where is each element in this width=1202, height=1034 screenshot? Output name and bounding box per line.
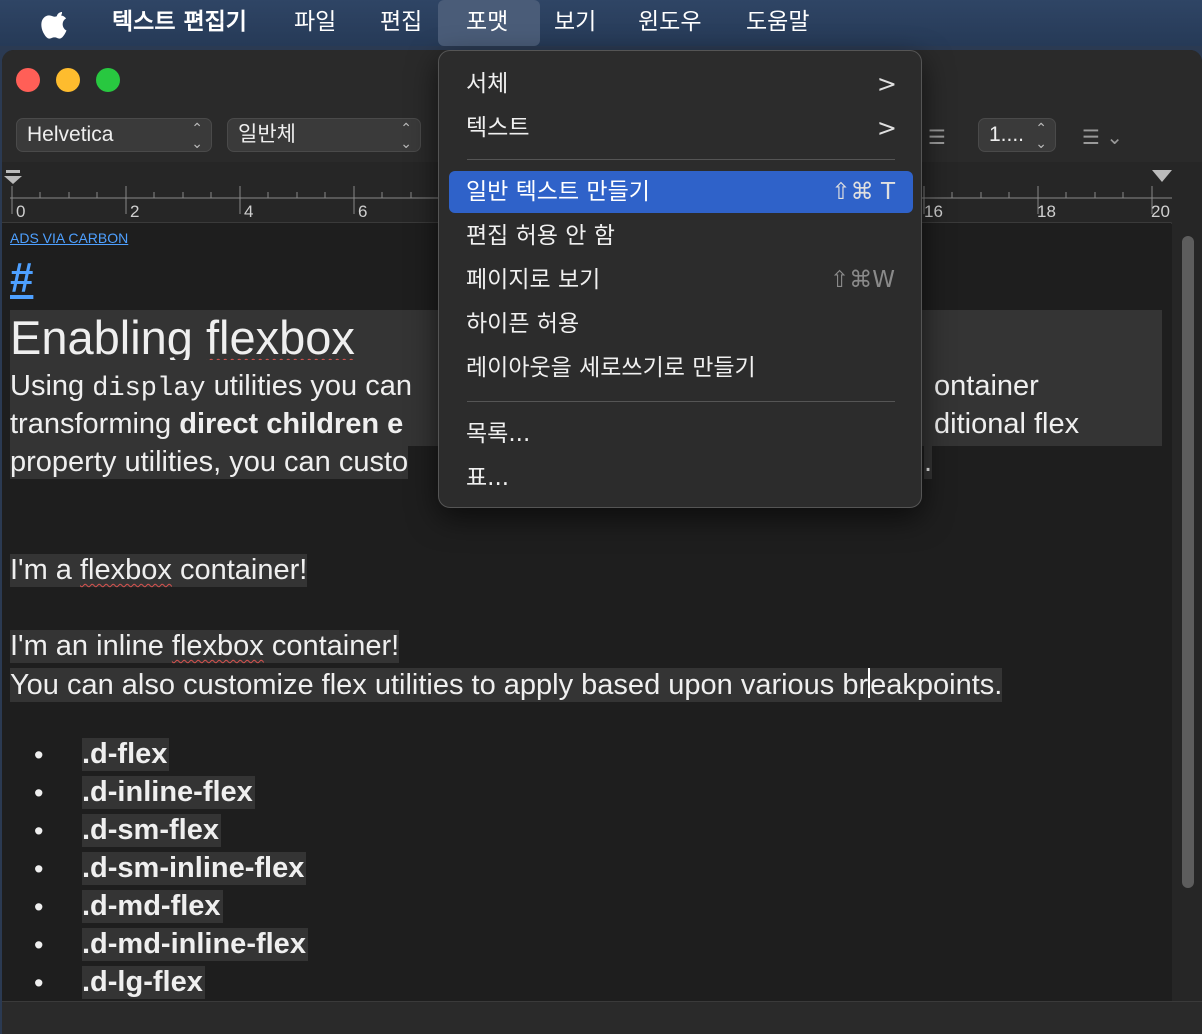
menu-item-text[interactable]: 텍스트 >	[449, 107, 913, 149]
line-text-misspelled: flexbox	[171, 630, 264, 662]
menu-item-list[interactable]: 목록...	[449, 413, 913, 455]
inline-code: display	[92, 374, 206, 404]
menu-item-vertical-layout[interactable]: 레이아웃을 세로쓰기로 만들기	[449, 347, 913, 389]
bullet-icon: •	[34, 968, 44, 998]
font-family-select[interactable]: Helvetica ⌃ ⌄	[16, 118, 212, 152]
line-text: You can also customize flex utilities to…	[10, 669, 869, 701]
menubar-format[interactable]: 포맷	[438, 0, 540, 46]
ads-link[interactable]: ADS VIA CARBON	[10, 230, 128, 246]
ruler-label: 4	[244, 202, 254, 221]
menu-item-label: 일반 텍스트 만들기	[466, 179, 650, 205]
menu-item-label: 목록...	[466, 421, 531, 447]
chevron-right-icon: >	[876, 70, 897, 98]
list-item-text: .d-sm-inline-flex	[82, 852, 307, 885]
paragraph-text: utilities you can	[205, 370, 412, 402]
flex-container-line: I'm a flexbox container!	[10, 554, 308, 587]
line-text: container!	[171, 554, 308, 586]
scroll-track[interactable]	[1171, 222, 1202, 1002]
menu-item-table[interactable]: 표...	[449, 457, 913, 499]
updown-chevron-icon: ⌃ ⌄	[400, 120, 412, 151]
apple-logo-icon[interactable]	[40, 8, 72, 40]
list-item-text: .d-md-inline-flex	[82, 928, 308, 961]
menu-item-label: 페이지로 보기	[466, 267, 601, 293]
ruler-label: 20	[1151, 202, 1170, 221]
list-item-text: .d-inline-flex	[82, 776, 255, 809]
menubar-window[interactable]: 윈도우	[624, 0, 715, 46]
menu-separator	[467, 401, 895, 402]
menu-item-shortcut: ⇧⌘W	[829, 267, 895, 293]
line-spacing-select[interactable]: 1.... ⌃ ⌄	[978, 118, 1056, 152]
heading-text-misspelled: flexbox	[206, 311, 355, 364]
line-spacing-value: 1....	[989, 123, 1025, 146]
paragraph-line: Using display utilities you can	[10, 370, 412, 404]
updown-chevron-icon: ⌃ ⌄	[191, 120, 203, 151]
menubar-help[interactable]: 도움말	[732, 0, 823, 46]
line-text: I'm a	[10, 554, 80, 586]
list-item-text: .d-lg-flex	[82, 966, 205, 999]
ruler-label: 6	[358, 202, 368, 221]
menu-item-wrap-to-page[interactable]: 페이지로 보기 ⇧⌘W	[449, 259, 913, 301]
breakpoints-line: You can also customize flex utilities to…	[10, 668, 1003, 702]
heading-text: Enabling	[10, 311, 206, 364]
justify-align-icon[interactable]: ☰	[928, 125, 946, 149]
bullet-icon: •	[34, 740, 44, 770]
zoom-button[interactable]	[96, 68, 120, 92]
line-text-misspelled: flexbox	[80, 554, 172, 586]
menubar-file[interactable]: 파일	[280, 0, 350, 46]
bullet-icon: •	[34, 778, 44, 808]
menu-separator	[467, 159, 895, 160]
menubar-app-name[interactable]: 텍스트 편집기	[98, 0, 261, 46]
menu-item-font[interactable]: 서체 >	[449, 63, 913, 105]
bottom-bar	[2, 1001, 1202, 1034]
paragraph-bold-text: direct children e	[179, 408, 404, 440]
bullet-icon: •	[34, 930, 44, 960]
bullet-icon: •	[34, 854, 44, 884]
paragraph-line-end: .	[924, 446, 933, 479]
menu-bar: 텍스트 편집기 파일 편집 포맷 보기 윈도우 도움말	[0, 0, 1202, 46]
menubar-view[interactable]: 보기	[540, 0, 610, 46]
ruler-label: 2	[130, 202, 140, 221]
close-button[interactable]	[16, 68, 40, 92]
paragraph-text: transforming	[10, 408, 180, 440]
format-menu: 서체 > 텍스트 > 일반 텍스트 만들기 ⇧⌘ T 편집 허용 안 함 페이지…	[438, 50, 922, 508]
paragraph-line: transforming direct children e	[10, 408, 403, 441]
menubar-edit[interactable]: 편집	[366, 0, 436, 46]
paragraph-line: property utilities, you can custo	[10, 446, 409, 479]
line-text: I'm an inline	[10, 630, 172, 662]
menu-item-label: 레이아웃을 세로쓰기로 만들기	[466, 355, 756, 381]
minimize-button[interactable]	[56, 68, 80, 92]
menu-item-label: 서체	[466, 71, 509, 97]
inline-flex-container-line: I'm an inline flexbox container!	[10, 630, 400, 663]
menu-item-label: 편집 허용 안 함	[466, 223, 615, 249]
list-bullets-icon[interactable]: ☰ ⌄	[1082, 125, 1123, 149]
menu-item-allow-hyphenation[interactable]: 하이픈 허용	[449, 303, 913, 345]
line-text: container!	[263, 630, 400, 662]
anchor-link[interactable]: #	[10, 254, 33, 302]
bullet-icon: •	[34, 816, 44, 846]
menu-item-label: 텍스트	[466, 115, 530, 141]
paragraph-line-end: ontainer	[934, 370, 1039, 402]
font-style-select[interactable]: 일반체 ⌃ ⌄	[227, 118, 421, 152]
menu-item-shortcut: ⇧⌘ T	[831, 179, 895, 205]
menu-item-prevent-editing[interactable]: 편집 허용 안 함	[449, 215, 913, 257]
line-text: eakpoints.	[870, 669, 1003, 701]
vertical-scrollbar-thumb[interactable]	[1182, 236, 1194, 888]
paragraph-text: Using	[10, 370, 93, 402]
list-item-text: .d-flex	[82, 738, 170, 771]
menu-item-label: 하이픈 허용	[466, 311, 580, 337]
chevron-right-icon: >	[876, 114, 897, 142]
font-family-value: Helvetica	[27, 123, 114, 146]
font-style-value: 일반체	[238, 123, 296, 146]
updown-chevron-icon: ⌃ ⌄	[1035, 120, 1047, 151]
menu-item-label: 표...	[466, 465, 510, 491]
paragraph-line-end: ditional flex	[934, 408, 1080, 440]
ruler-label: 0	[16, 202, 26, 221]
list-item-text: .d-md-flex	[82, 890, 223, 923]
menu-item-make-plain-text[interactable]: 일반 텍스트 만들기 ⇧⌘ T	[449, 171, 913, 213]
ruler-label: 16	[924, 202, 943, 221]
ruler-label: 18	[1037, 202, 1056, 221]
bullet-icon: •	[34, 892, 44, 922]
list-item-text: .d-sm-flex	[82, 814, 221, 847]
